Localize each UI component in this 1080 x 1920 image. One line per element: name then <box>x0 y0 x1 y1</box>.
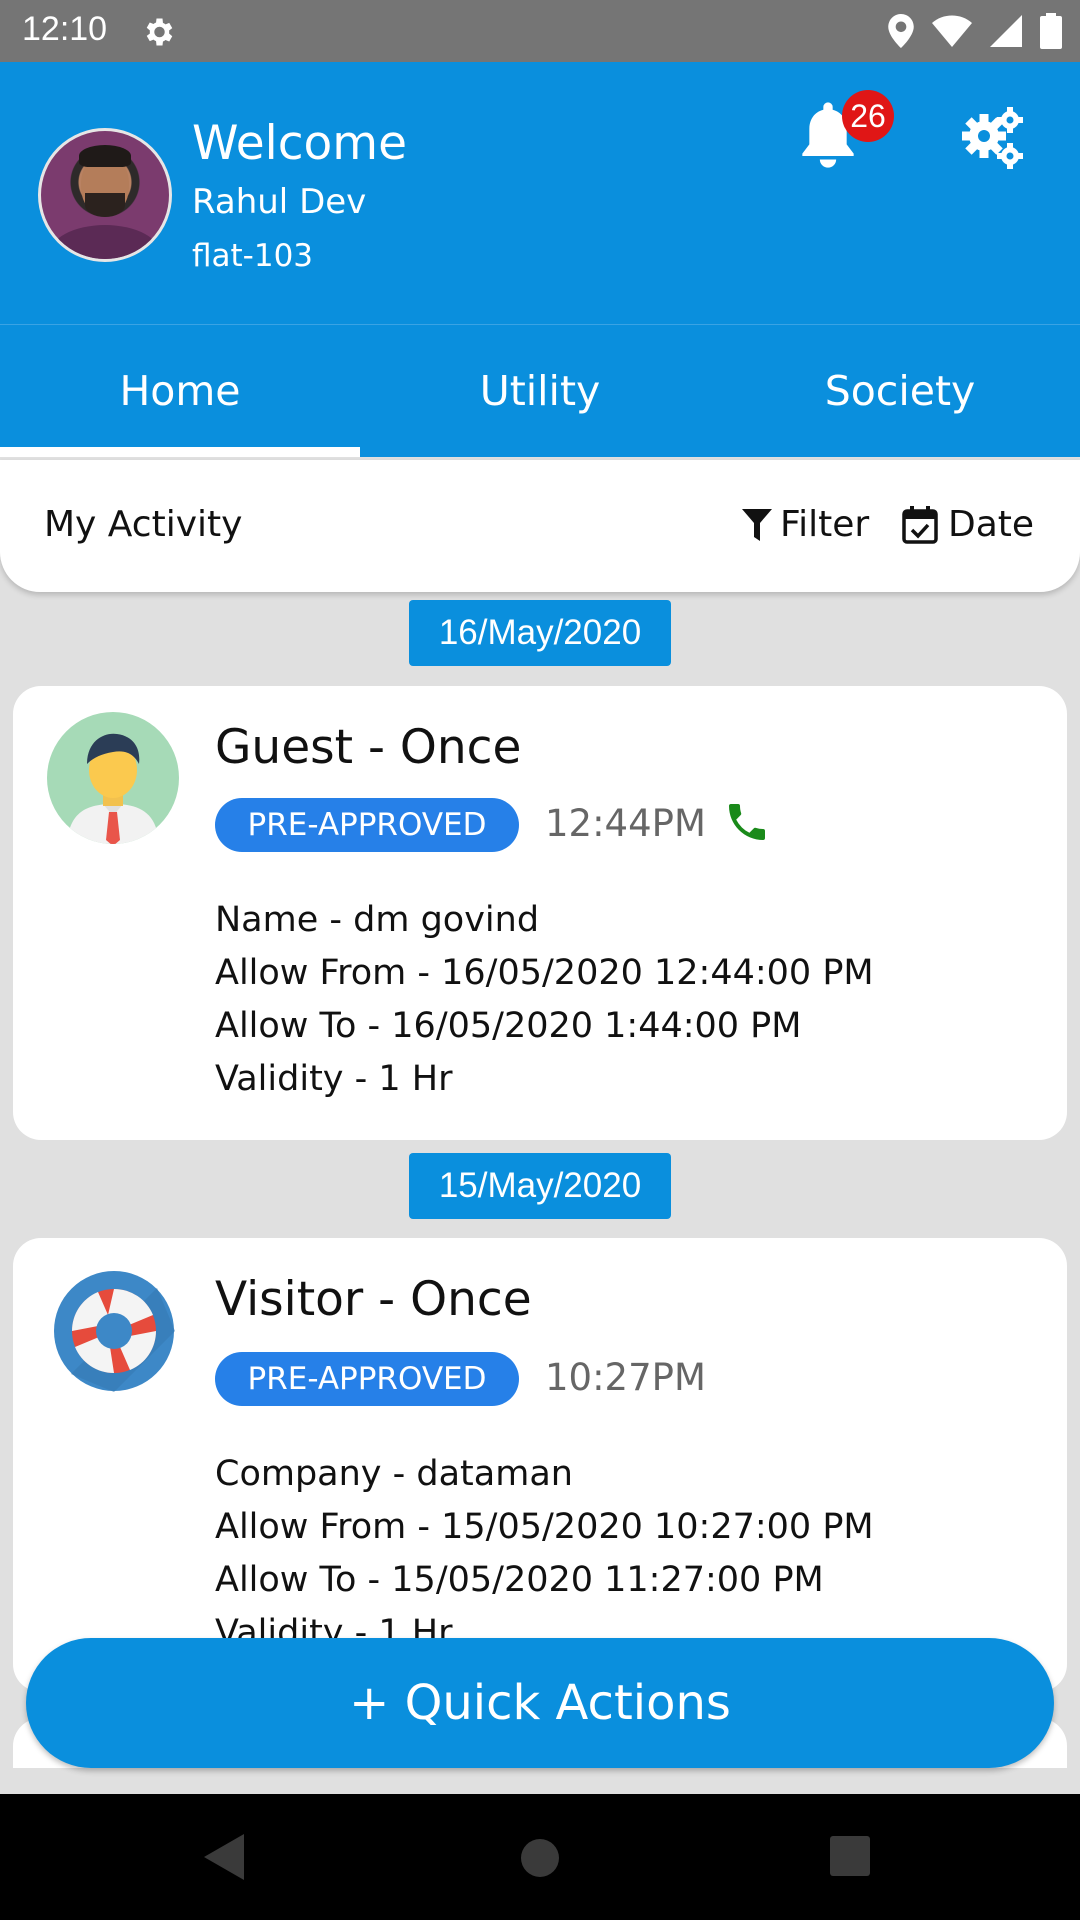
date-header: 16/May/2020 <box>409 600 671 666</box>
activity-details: Company - dataman Allow From - 15/05/202… <box>215 1448 874 1660</box>
quick-actions-button[interactable]: + Quick Actions <box>26 1638 1054 1768</box>
tab-society[interactable]: Society <box>720 325 1080 457</box>
tab-home[interactable]: Home <box>0 325 360 457</box>
date-label: Date <box>948 504 1035 545</box>
location-icon <box>888 14 914 48</box>
wifi-icon <box>932 15 972 47</box>
activity-title: My Activity <box>44 504 243 545</box>
guest-avatar-icon <box>47 712 179 844</box>
signal-icon <box>990 15 1022 47</box>
flat-number: flat-103 <box>192 238 314 274</box>
status-pill: PRE-APPROVED <box>215 798 519 852</box>
status-pill: PRE-APPROVED <box>215 1352 519 1406</box>
activity-card-visitor[interactable]: Visitor - Once PRE-APPROVED 10:27PM Comp… <box>13 1238 1067 1692</box>
navigation-bar <box>0 1794 1080 1920</box>
detail-line: Validity - 1 Hr <box>215 1059 453 1099</box>
activity-details: Name - dm govind Allow From - 16/05/2020… <box>215 894 874 1106</box>
user-name: Rahul Dev <box>192 182 367 222</box>
date-header: 15/May/2020 <box>409 1153 671 1219</box>
notification-badge: 26 <box>842 90 894 142</box>
tab-bar: Home Utility Society <box>0 324 1080 457</box>
activity-card-guest[interactable]: Guest - Once PRE-APPROVED 12:44PM Name -… <box>13 686 1067 1140</box>
activity-title: Guest - Once <box>215 720 522 775</box>
date-button[interactable]: Date <box>902 504 1034 545</box>
activity-time: 10:27PM <box>545 1356 706 1399</box>
lifebuoy-icon <box>54 1271 175 1392</box>
avatar[interactable] <box>38 128 172 262</box>
settings-icon[interactable] <box>960 106 1026 172</box>
tab-utility[interactable]: Utility <box>360 325 720 457</box>
app-header: Welcome Rahul Dev flat-103 26 <box>0 62 1080 324</box>
phone-icon[interactable] <box>723 798 771 846</box>
calendar-icon <box>902 505 938 544</box>
detail-line: Company - dataman <box>215 1454 573 1494</box>
activity-title: Visitor - Once <box>215 1272 532 1327</box>
filter-icon <box>742 508 772 541</box>
detail-line: Allow From - 15/05/2020 10:27:00 PM <box>215 1507 874 1547</box>
battery-icon <box>1040 13 1062 49</box>
status-time: 12:10 <box>22 10 108 48</box>
home-icon[interactable] <box>520 1838 560 1878</box>
detail-line: Allow To - 15/05/2020 11:27:00 PM <box>215 1560 824 1600</box>
recents-icon[interactable] <box>830 1836 870 1876</box>
welcome-text: Welcome <box>192 116 407 171</box>
detail-line: Allow From - 16/05/2020 12:44:00 PM <box>215 953 874 993</box>
back-icon[interactable] <box>204 1834 244 1880</box>
status-icons <box>888 12 1062 50</box>
detail-line: Name - dm govind <box>215 900 540 940</box>
activity-bar: My Activity Filter Date <box>0 460 1080 592</box>
filter-label: Filter <box>780 504 870 545</box>
filter-button[interactable]: Filter <box>742 504 869 545</box>
status-bar: 12:10 <box>0 0 1080 62</box>
detail-line: Allow To - 16/05/2020 1:44:00 PM <box>215 1006 802 1046</box>
gear-icon <box>146 18 173 46</box>
activity-time: 12:44PM <box>545 802 706 845</box>
